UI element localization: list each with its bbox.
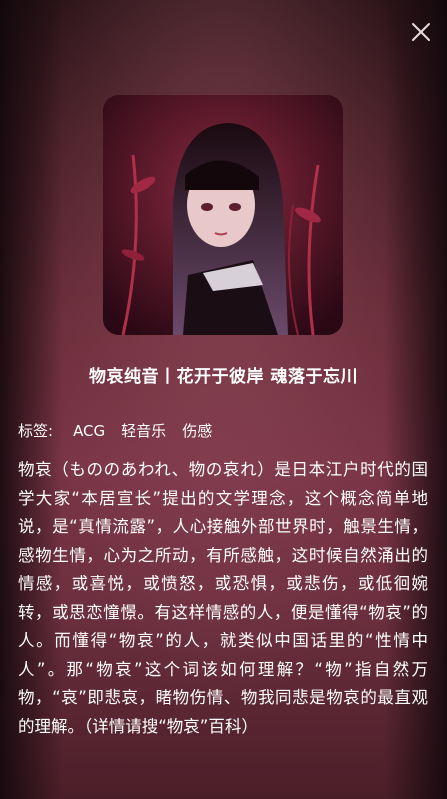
playlist-cover-image (103, 95, 343, 335)
tag-sad[interactable]: 伤感 (182, 420, 212, 441)
tag-acg[interactable]: ACG (73, 422, 105, 440)
close-button[interactable] (407, 18, 435, 46)
tags-label: 标签: (18, 422, 54, 440)
playlist-title: 物哀纯音丨花开于彼岸 魂落于忘川 (89, 367, 358, 387)
tags-row: 标签: ACG 轻音乐 伤感 (18, 420, 228, 441)
tag-light-music[interactable]: 轻音乐 (121, 420, 166, 441)
close-icon (412, 23, 430, 41)
playlist-description: 物哀（もののあわれ、物の哀れ）是日本江户时代的国学大家“本居宣长”提出的文学理念… (18, 460, 428, 736)
